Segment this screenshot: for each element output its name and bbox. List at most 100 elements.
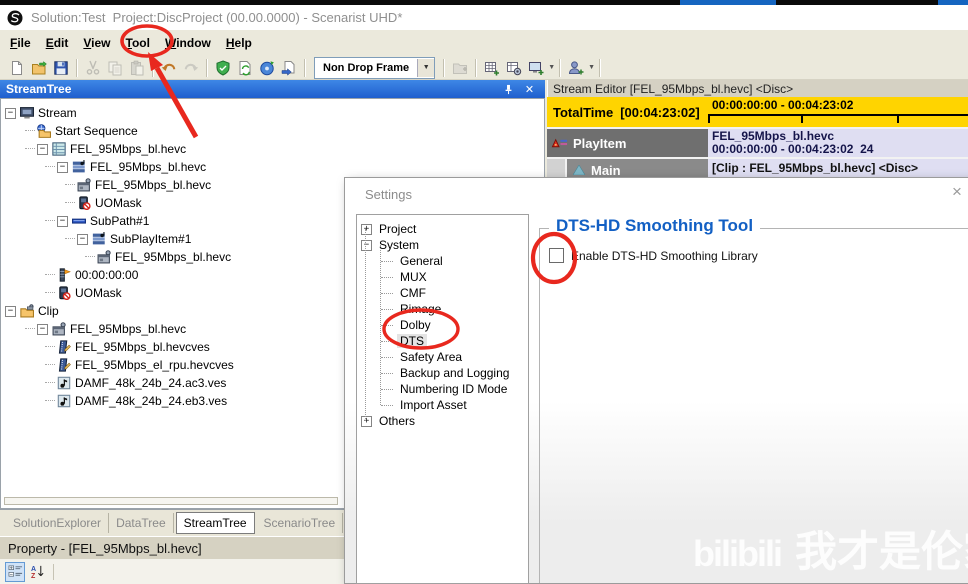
- settings-tree-item-general[interactable]: General: [357, 253, 528, 269]
- collapse-icon[interactable]: −: [37, 323, 48, 335]
- tree-item-fel-95mbps-bl-hevc[interactable]: − FEL_95Mbps_bl.hevc: [1, 158, 544, 176]
- tree-item-label: UOMask: [75, 286, 122, 300]
- horizontal-scrollbar[interactable]: [4, 497, 338, 505]
- tree-item-label: FEL_95Mbps_bl.hevc: [70, 322, 187, 336]
- toolbar-separator: [599, 58, 602, 77]
- tree-item-label: FEL_95Mbps_el_rpu.hevcves: [75, 358, 234, 372]
- playitem-icon: [72, 160, 86, 174]
- collapse-icon[interactable]: −: [57, 161, 68, 173]
- main-triangle-icon: [573, 165, 585, 175]
- svg-text:A: A: [30, 566, 35, 573]
- tab-datatree[interactable]: DataTree: [109, 513, 174, 533]
- add-table-icon[interactable]: [483, 59, 501, 76]
- timeline[interactable]: 00:00:00:00 - 00:04:23:02: [708, 97, 968, 127]
- play-item-label-cell: PlayItem: [547, 129, 708, 157]
- play-item-icon: [551, 137, 568, 149]
- frame-rate-dropdown[interactable]: Non Drop Frame ▼: [314, 56, 436, 79]
- settings-tree-item-label: Rimage: [400, 302, 442, 316]
- new-file-icon[interactable]: [8, 59, 26, 76]
- add-user-icon[interactable]: [567, 59, 585, 76]
- categorized-view-icon[interactable]: [5, 561, 25, 582]
- settings-tree-item-dolby[interactable]: Dolby: [357, 317, 528, 333]
- collapse-icon[interactable]: −: [37, 143, 48, 155]
- toolbar-separator: [559, 58, 562, 77]
- settings-tree-item-backup-and-logging[interactable]: Backup and Logging: [357, 365, 528, 381]
- enable-smoothing-checkbox[interactable]: [549, 248, 564, 263]
- frame-rate-value: Non Drop Frame: [323, 61, 410, 74]
- dialog-close-icon[interactable]: ×: [947, 182, 967, 202]
- tree-connector: [65, 184, 75, 186]
- dropdown-caret-icon[interactable]: ▼: [588, 64, 595, 71]
- tree-connector: [45, 274, 55, 276]
- play-item-row[interactable]: PlayItem FEL_95Mbps_bl.hevc 00:00:00:00 …: [547, 129, 968, 159]
- tree-item-label: Clip: [38, 304, 59, 318]
- tab-scenariotree[interactable]: ScenarioTree: [257, 513, 344, 533]
- settings-tree-item-mux[interactable]: MUX: [357, 269, 528, 285]
- settings-tree-item-project[interactable]: + Project: [357, 221, 528, 237]
- property-panel-title: Property - [FEL_95Mbps_bl.hevc]: [8, 540, 202, 556]
- svg-text:Z: Z: [30, 573, 35, 579]
- tree-connector: [85, 256, 95, 258]
- expand-icon[interactable]: +: [361, 415, 372, 427]
- timeline-ruler: [708, 114, 968, 116]
- settings-tree-item-safety-area[interactable]: Safety Area: [357, 349, 528, 365]
- settings-tree-item-others[interactable]: + Others: [357, 413, 528, 429]
- menu-edit[interactable]: Edit: [46, 36, 69, 50]
- menu-view[interactable]: View: [83, 36, 110, 50]
- undo-icon[interactable]: [160, 59, 178, 76]
- video-ves-icon: [57, 340, 71, 354]
- collapse-icon[interactable]: −: [5, 305, 16, 317]
- expand-icon[interactable]: +: [361, 223, 372, 235]
- enable-smoothing-option[interactable]: Enable DTS-HD Smoothing Library: [549, 248, 758, 263]
- main-label: Main: [591, 162, 621, 178]
- import-stream-icon[interactable]: [280, 59, 298, 76]
- settings-tree-item-system[interactable]: − System: [357, 237, 528, 253]
- pin-icon[interactable]: [501, 82, 516, 96]
- play-item-info-cell[interactable]: FEL_95Mbps_bl.hevc 00:00:00:00 - 00:04:2…: [708, 129, 968, 157]
- tree-item-fel-95mbps-bl-hevc[interactable]: − FEL_95Mbps_bl.hevc: [1, 140, 544, 158]
- stream-tree-panel-header[interactable]: StreamTree ✕: [0, 80, 545, 98]
- save-file-icon[interactable]: [52, 59, 70, 76]
- settings-tree-item-numbering-id-mode[interactable]: Numbering ID Mode: [357, 381, 528, 397]
- tab-solutionexplorer[interactable]: SolutionExplorer: [6, 513, 110, 533]
- mark-icon: [57, 268, 71, 282]
- settings-tree-item-rimage[interactable]: Rimage: [357, 301, 528, 317]
- settings-tree-item-dts[interactable]: DTS: [357, 333, 528, 349]
- total-time-row[interactable]: TotalTime [00:04:23:02] 00:00:00:00 - 00…: [547, 97, 968, 129]
- tree-item-label: FEL_95Mbps_bl.hevc: [95, 178, 212, 192]
- collapse-icon[interactable]: −: [57, 215, 68, 227]
- tree-connector: [45, 292, 55, 294]
- sort-alphabetical-icon[interactable]: AZ: [28, 563, 46, 581]
- tree-connector: [45, 166, 55, 168]
- add-monitor-icon[interactable]: [527, 59, 545, 76]
- tree-item-label: FEL_95Mbps_bl.hevc: [70, 142, 187, 156]
- tree-item-label: Stream: [38, 106, 77, 120]
- collapse-icon[interactable]: −: [361, 239, 372, 251]
- uomask-icon: [57, 286, 71, 300]
- close-icon[interactable]: ✕: [522, 82, 537, 96]
- open-file-icon[interactable]: [30, 59, 48, 76]
- settings-tree-item-import-asset[interactable]: Import Asset: [357, 397, 528, 413]
- tree-item-stream[interactable]: − Stream: [1, 104, 544, 122]
- toolbar-separator: [152, 58, 154, 77]
- tab-streamtree[interactable]: StreamTree: [175, 512, 255, 534]
- chevron-down-icon[interactable]: ▼: [417, 58, 435, 77]
- menu-file[interactable]: File: [10, 36, 31, 50]
- render-page-icon[interactable]: [236, 59, 254, 76]
- tree-item-label: DAMF_48k_24b_24.ac3.ves: [75, 376, 227, 390]
- tree-item-start-sequence[interactable]: Start Sequence: [1, 122, 544, 140]
- collapse-icon[interactable]: −: [77, 233, 88, 245]
- stream-icon: [20, 106, 34, 120]
- dropdown-caret-icon[interactable]: ▼: [548, 64, 555, 71]
- redo-icon: [182, 59, 200, 76]
- main-clip-value: [Clip : FEL_95Mbps_bl.hevc] <Disc>: [712, 161, 919, 175]
- menu-tool[interactable]: Tool: [126, 36, 150, 50]
- verify-shield-icon[interactable]: [214, 59, 232, 76]
- table-settings-icon[interactable]: [505, 59, 523, 76]
- settings-tree-item-cmf[interactable]: CMF: [357, 285, 528, 301]
- menu-window[interactable]: Window: [165, 36, 211, 50]
- menu-help[interactable]: Help: [226, 36, 252, 50]
- burn-disc-icon[interactable]: [258, 59, 276, 76]
- audio-ves-icon: [57, 394, 71, 408]
- collapse-icon[interactable]: −: [5, 107, 16, 119]
